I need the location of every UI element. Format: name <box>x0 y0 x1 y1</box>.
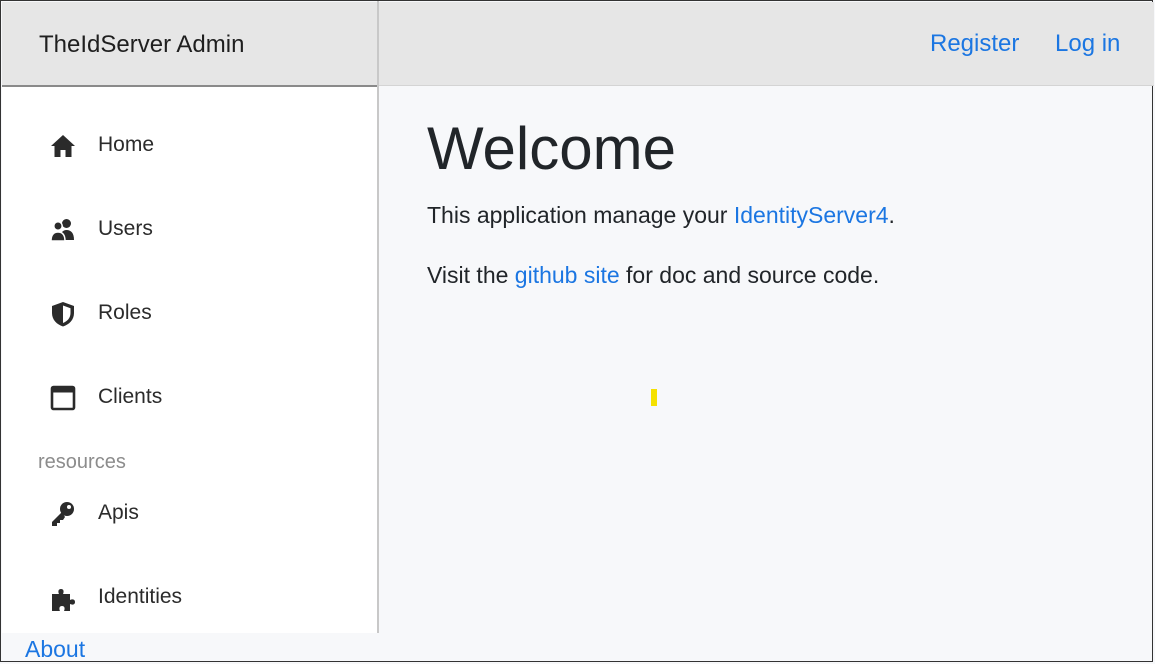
sidebar: Home Users Roles Clients resources Apis … <box>2 87 377 633</box>
main-content: Welcome This application manage your Ide… <box>427 113 1127 288</box>
login-link[interactable]: Log in <box>1055 30 1120 58</box>
sidebar-item-home[interactable]: Home <box>2 117 377 173</box>
sidebar-item-label: Apis <box>98 501 139 524</box>
section-label-resources: resources <box>38 451 126 473</box>
brand-bar: TheIdServer Admin <box>2 2 377 87</box>
github-text: Visit the github site for doc and source… <box>427 260 879 290</box>
shield-icon <box>52 302 74 327</box>
sidebar-item-users[interactable]: Users <box>2 201 377 257</box>
github-link[interactable]: github site <box>515 262 620 288</box>
sidebar-item-label: Roles <box>98 301 152 324</box>
about-link[interactable]: About <box>25 636 85 663</box>
register-link[interactable]: Register <box>930 30 1019 58</box>
key-icon <box>52 502 74 526</box>
sidebar-item-label: Identities <box>98 585 183 608</box>
sidebar-item-label: Clients <box>98 385 163 408</box>
sidebar-divider <box>377 1 379 633</box>
users-icon <box>50 219 74 242</box>
identityserver-link[interactable]: IdentityServer4 <box>734 202 889 228</box>
top-bar: Register Log in <box>379 2 1154 86</box>
page-title: Welcome <box>427 115 676 182</box>
github-prefix: Visit the <box>427 262 515 288</box>
sidebar-item-label: Users <box>98 217 153 240</box>
intro-prefix: This application manage your <box>427 202 734 228</box>
brand-link[interactable]: TheIdServer Admin <box>39 31 244 59</box>
window-icon <box>50 385 76 411</box>
text-caret <box>651 389 657 406</box>
intro-text: This application manage your IdentitySer… <box>427 200 895 230</box>
sidebar-item-roles[interactable]: Roles <box>2 285 377 341</box>
github-suffix: for doc and source code. <box>619 262 880 288</box>
sidebar-item-clients[interactable]: Clients <box>2 369 377 425</box>
home-icon <box>51 135 75 157</box>
app-frame: TheIdServer Admin Register Log in Home U… <box>0 0 1154 662</box>
sidebar-item-label: Home <box>98 133 155 156</box>
sidebar-item-identities[interactable]: Identities <box>2 569 377 625</box>
puzzle-icon <box>52 589 75 611</box>
intro-suffix: . <box>888 202 895 228</box>
sidebar-item-apis[interactable]: Apis <box>2 485 377 541</box>
